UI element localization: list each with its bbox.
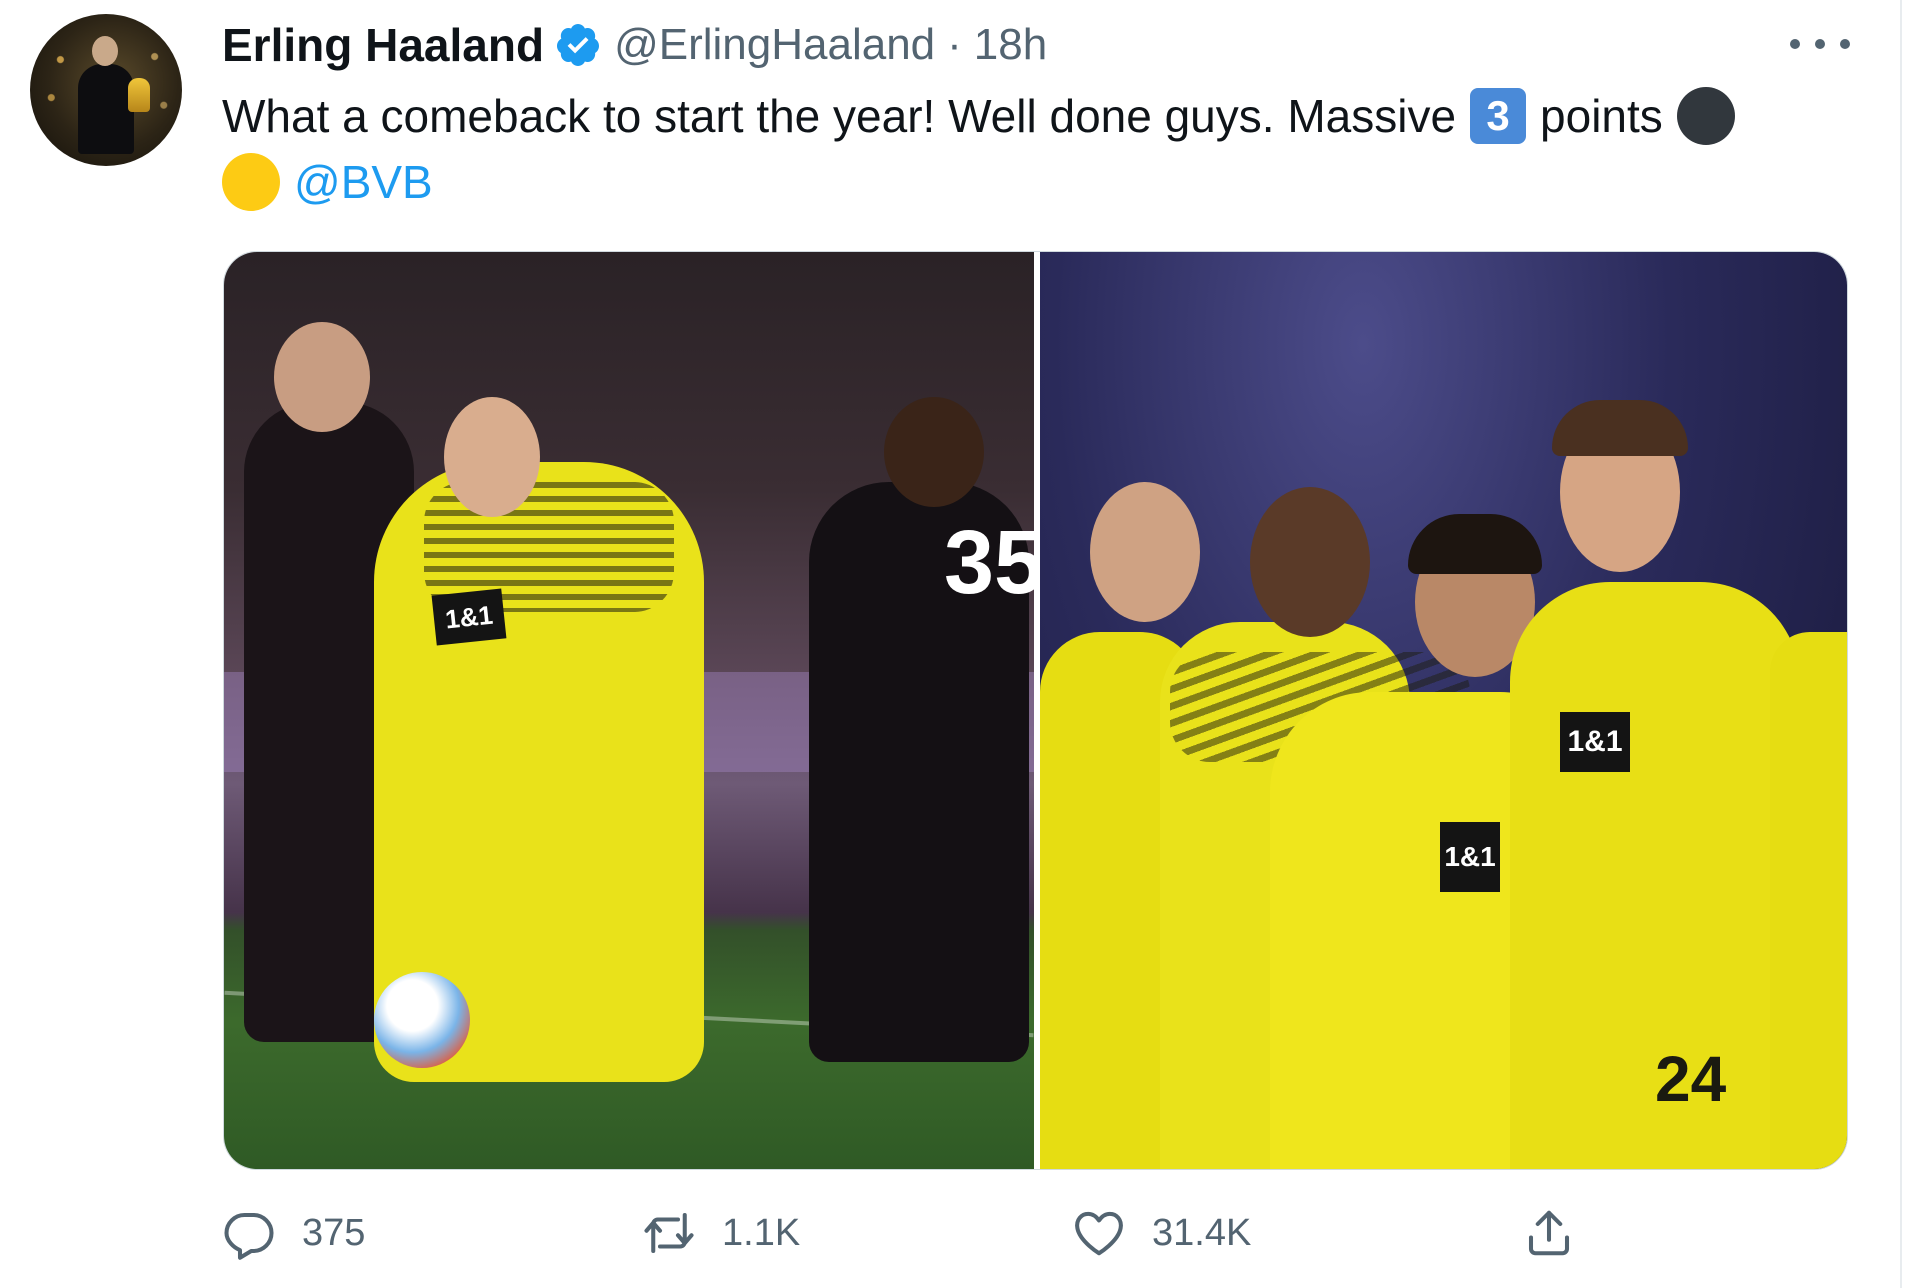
tweet-text: What a comeback to start the year! Well … [222,90,1457,142]
author-handle[interactable]: @ErlingHaaland [614,20,935,70]
separator-dot: · [947,20,962,69]
reply-count: 375 [302,1211,366,1254]
mention-link[interactable]: @BVB [294,155,433,209]
shirt-sponsor: 1&1 [1440,822,1500,892]
reply-button[interactable]: 375 [222,1198,365,1268]
retweet-icon [644,1212,694,1254]
timestamp[interactable]: 18h [974,20,1047,70]
timeline-border [1900,0,1902,1288]
photo-team-celebration[interactable]: 1&1 1&1 24 [1040,252,1847,1169]
tweet-text-line-1: What a comeback to start the year! Well … [222,84,1735,148]
yellow-circle-emoji [222,153,280,211]
opponent-head-left [274,322,370,432]
player-head [1090,482,1200,622]
tweet-media: 35 1&1 1&1 1&1 24 [223,251,1848,1170]
more-dot [1815,39,1825,49]
player-head [1250,487,1370,637]
share-button[interactable] [1522,1198,1576,1268]
author-name[interactable]: Erling Haaland [222,18,544,72]
player-shirt-number: 24 [1655,1043,1727,1115]
retweet-count: 1.1K [722,1211,801,1254]
like-button[interactable]: 31.4K [1072,1198,1251,1268]
avatar-figure-body [78,64,134,154]
player-hair [1408,514,1542,574]
haaland-head [444,397,540,517]
tweet-actions: 375 1.1K 31.4K [222,1198,1622,1268]
share-icon [1528,1210,1570,1256]
more-dot [1790,39,1800,49]
keycap-3-emoji: 3 [1470,88,1527,144]
avatar[interactable] [30,14,182,166]
avatar-figure-head [92,36,118,66]
verified-badge-icon [557,24,600,66]
tweet-text-points: points [1540,90,1663,142]
heart-icon [1075,1211,1123,1256]
tweet-text-line-2: @BVB [222,150,433,214]
like-count: 31.4K [1152,1211,1252,1254]
photo-haaland-dribbling[interactable]: 35 1&1 [224,252,1034,1169]
football [374,972,470,1068]
opponent-head-right [884,397,984,507]
shirt-sponsor: 1&1 [1560,712,1630,772]
avatar-trophy [128,78,150,112]
more-options-icon[interactable] [1790,24,1850,64]
player-body [1770,632,1847,1169]
opponent-shirt-number: 35 [944,513,1034,613]
black-circle-emoji [1676,87,1735,145]
retweet-button[interactable]: 1.1K [642,1198,800,1268]
tweet-card[interactable]: Erling Haaland @ErlingHaaland · 18h What… [0,0,1900,1288]
player-hair [1552,400,1688,456]
tweet-header: Erling Haaland @ErlingHaaland · 18h [222,14,1047,76]
more-dot [1840,39,1850,49]
reply-icon [224,1212,274,1260]
shirt-sponsor: 1&1 [431,588,507,646]
